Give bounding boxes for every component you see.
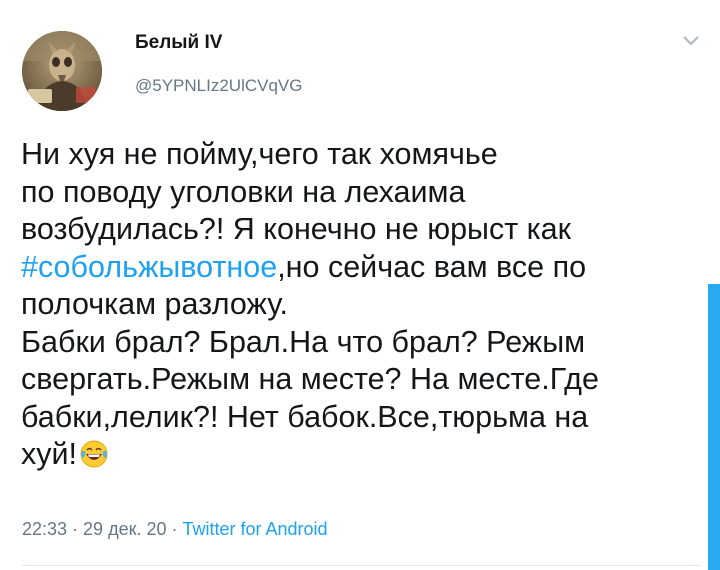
tweet-line: полочкам разложу. xyxy=(21,287,288,321)
tweet-line: по поводу уголовки на лехаима xyxy=(21,174,466,209)
tweet-line: свергать.Режым на месте? На месте.Где xyxy=(21,362,599,396)
tweet-date: 29 дек. 20 xyxy=(83,519,167,539)
scrollbar-thumb[interactable] xyxy=(708,284,720,570)
tweet-card: Белый IV @5YPNLIz2UlCVqVG Ни хуя не пойм… xyxy=(0,0,720,570)
hashtag-link[interactable]: #собольжывотное xyxy=(21,250,277,284)
tweet-line-text: ,но сейчас вам все по xyxy=(277,249,587,284)
avatar-image xyxy=(22,31,102,111)
tweet-line: Бабки брал? Брал.На что брал? Режым xyxy=(21,324,586,359)
tweet-text: Ни хуя не пойму,чего так хомячье по пово… xyxy=(21,136,691,474)
tweet-meta: 22:33 · 29 дек. 20 · Twitter for Android xyxy=(22,519,328,540)
tweet-line: хуй! xyxy=(21,436,691,474)
tweet-line: бабки,лелик?! Нет бабок.Все,тюрьма на xyxy=(21,399,589,434)
display-name[interactable]: Белый IV xyxy=(135,32,222,54)
user-handle[interactable]: @5YPNLIz2UlCVqVG xyxy=(135,76,303,96)
avatar[interactable] xyxy=(22,31,102,111)
tweet-time: 22:33 xyxy=(22,519,68,539)
tweet-line: Ни хуя не пойму,чего так хомячье xyxy=(21,137,498,171)
tweet-line-text: хуй! xyxy=(21,437,78,471)
meta-separator: · xyxy=(166,519,183,539)
tweet-source-link[interactable]: Twitter for Android xyxy=(182,519,327,539)
tweet-line: возбудилась?! Я конечно не юрыст как xyxy=(21,212,571,246)
chevron-down-icon[interactable] xyxy=(682,34,700,46)
tweet-line: #собольжывотное,но сейчас вам все по xyxy=(21,249,691,287)
meta-separator: · xyxy=(67,519,84,539)
divider xyxy=(22,565,700,566)
laughing-tears-emoji-icon xyxy=(79,439,109,469)
